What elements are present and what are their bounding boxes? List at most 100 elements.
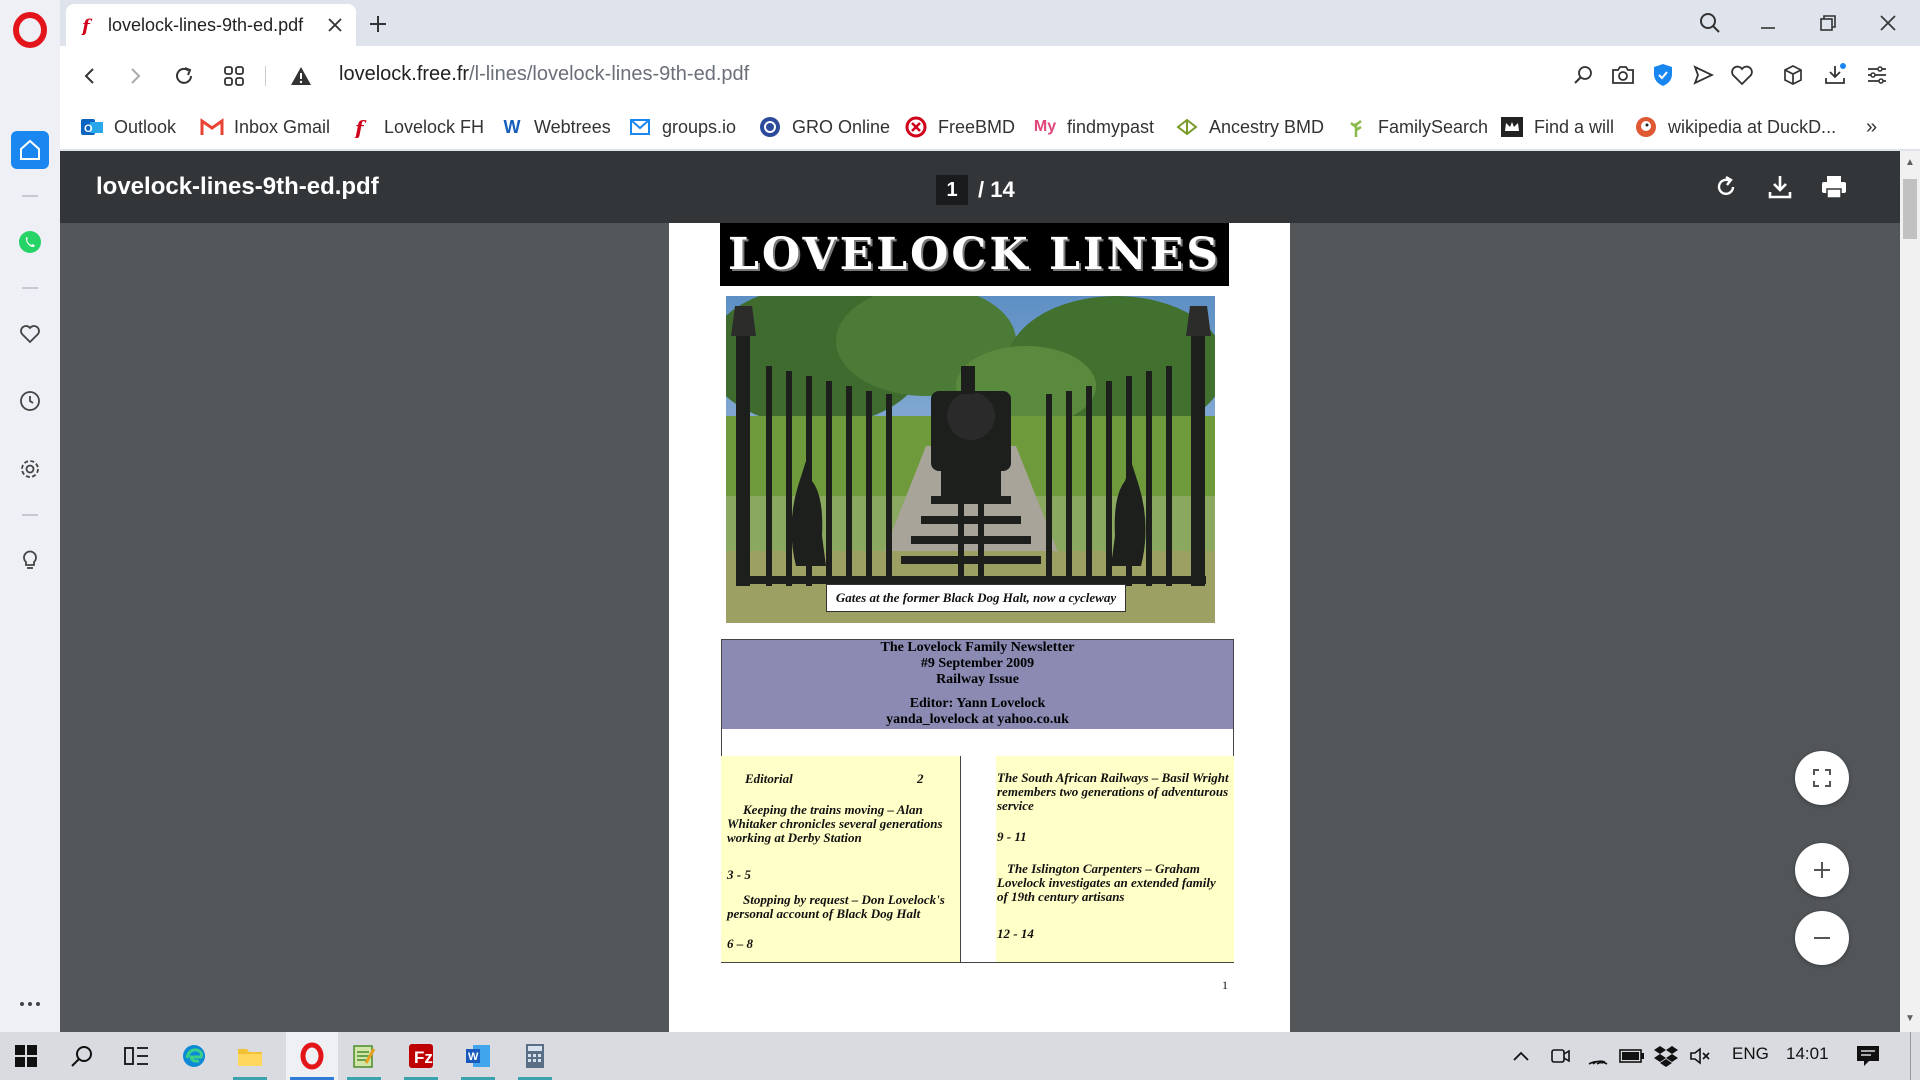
masthead-title: LOVELOCK LINES — [727, 229, 1222, 280]
svg-text:f: f — [353, 116, 367, 138]
file-explorer-icon[interactable] — [230, 1038, 270, 1080]
pdf-page: LOVELOCK LINES Gates at the former Black… — [669, 223, 1290, 1032]
bookmark-find-a-will[interactable]: Find a will — [1500, 113, 1614, 141]
volume-muted-icon[interactable] — [1682, 1038, 1718, 1074]
dropbox-icon[interactable] — [1648, 1038, 1684, 1074]
back-icon[interactable] — [72, 58, 108, 94]
contents-title: The South African Railways – Basil Wrigh… — [997, 770, 1229, 813]
wifi-icon[interactable] — [1580, 1038, 1616, 1074]
more-options-icon[interactable] — [11, 985, 49, 1023]
tab-grid-icon[interactable] — [216, 58, 252, 94]
downloads-icon[interactable] — [1820, 60, 1850, 90]
download-icon[interactable] — [1762, 169, 1798, 205]
show-hidden-icons-chevron-icon[interactable] — [1503, 1038, 1539, 1074]
home-icon[interactable] — [11, 131, 49, 169]
calculator-icon[interactable] — [515, 1038, 555, 1080]
input-language[interactable]: ENG — [1732, 1044, 1769, 1064]
svg-text:f: f — [80, 16, 93, 35]
zoom-in-icon[interactable] — [1795, 843, 1849, 897]
windows-start-icon[interactable] — [6, 1038, 46, 1074]
reload-icon[interactable] — [166, 58, 202, 94]
bookmark-label: GRO Online — [792, 116, 891, 137]
photo-caption: Gates at the former Black Dog Halt, now … — [826, 584, 1126, 612]
bookmark-findmypast[interactable]: My findmypast — [1033, 113, 1154, 141]
edge-browser-icon[interactable] — [174, 1038, 214, 1074]
page-total: / 14 — [978, 177, 1015, 202]
webtrees-icon: W — [503, 116, 521, 137]
familysearch-icon — [1344, 115, 1368, 139]
search-tabs-icon[interactable] — [1680, 0, 1740, 46]
svg-text:O: O — [84, 123, 93, 135]
bookmark-label: Ancestry BMD — [1209, 116, 1325, 137]
page-number-input[interactable]: 1 — [936, 175, 968, 205]
ancestry-icon — [1175, 115, 1199, 139]
show-desktop-divider[interactable] — [1910, 1032, 1911, 1080]
bookmark-outlook[interactable]: O Outlook — [80, 113, 176, 141]
tab-strip: f lovelock-lines-9th-ed.pdf — [60, 0, 1920, 46]
filezilla-icon[interactable]: Fz — [401, 1038, 441, 1080]
opera-logo-icon[interactable] — [12, 12, 48, 48]
bookmark-heart-icon[interactable] — [1727, 60, 1757, 90]
system-clock[interactable]: 14:01 — [1786, 1044, 1829, 1064]
contents-left-column: Editorial 2 Keeping the trains moving – … — [721, 756, 961, 963]
bookmark-gro-online[interactable]: GRO Online — [758, 113, 890, 141]
more-bookmarks-chevron-icon[interactable]: » — [1866, 113, 1877, 141]
gates-photo: Gates at the former Black Dog Halt, now … — [726, 296, 1215, 623]
scrollbar-thumb[interactable] — [1903, 179, 1917, 239]
settings-gear-icon[interactable] — [11, 450, 49, 488]
bookmark-groups-io[interactable]: groups.io — [628, 113, 736, 141]
bookmark-lovelock-fh[interactable]: f Lovelock FH — [350, 113, 484, 141]
search-page-icon[interactable] — [1568, 60, 1598, 90]
bookmark-freebmd[interactable]: FreeBMD — [904, 113, 1015, 141]
easy-setup-icon[interactable] — [1862, 60, 1892, 90]
minimize-icon[interactable] — [1738, 0, 1798, 46]
heart-icon[interactable] — [11, 315, 49, 353]
battery-icon[interactable] — [1614, 1038, 1650, 1074]
newsletter-name: The Lovelock Family Newsletter — [880, 640, 1075, 655]
ad-blocker-shield-icon[interactable] — [1648, 60, 1678, 90]
tab-active[interactable]: f lovelock-lines-9th-ed.pdf — [66, 4, 356, 46]
restore-icon[interactable] — [1798, 0, 1858, 46]
url-field[interactable]: lovelock.free.fr/l-lines/lovelock-lines-… — [339, 63, 749, 86]
bookmark-wikipedia-duckduckgo[interactable]: wikipedia at DuckD... — [1634, 113, 1836, 141]
tab-title: lovelock-lines-9th-ed.pdf — [108, 14, 304, 35]
gmail-icon — [200, 115, 224, 139]
tab-close-icon[interactable] — [320, 10, 350, 40]
new-tab-icon[interactable] — [360, 8, 396, 40]
outlook-icon: O — [80, 115, 104, 139]
scroll-down-arrow-icon[interactable]: ▼ — [1904, 1013, 1916, 1025]
print-icon[interactable] — [1816, 169, 1852, 205]
snapshot-camera-icon[interactable] — [1608, 60, 1638, 90]
whatsapp-icon[interactable] — [11, 223, 49, 261]
lightbulb-icon[interactable] — [11, 540, 49, 578]
scroll-up-arrow-icon[interactable]: ▲ — [1904, 157, 1916, 169]
vertical-scrollbar[interactable]: ▲ ▼ — [1900, 151, 1920, 1032]
contents-pages: 3 - 5 — [727, 867, 751, 882]
warning-icon[interactable] — [283, 58, 319, 94]
issue-theme: Railway Issue — [936, 672, 1019, 687]
bookmark-ancestry-bmd[interactable]: Ancestry BMD — [1175, 113, 1324, 141]
newsletter-masthead: LOVELOCK LINES — [720, 223, 1229, 286]
word-icon[interactable]: W — [458, 1038, 498, 1080]
forward-icon[interactable] — [117, 58, 153, 94]
bookmark-webtrees[interactable]: W Webtrees — [500, 113, 611, 141]
send-icon[interactable] — [1688, 60, 1718, 90]
meet-now-icon[interactable] — [1542, 1038, 1578, 1074]
opera-taskbar-icon[interactable] — [286, 1032, 338, 1080]
notifications-icon[interactable] — [1850, 1038, 1886, 1074]
bookmark-familysearch[interactable]: FamilySearch — [1344, 113, 1488, 141]
zoom-out-icon[interactable] — [1795, 911, 1849, 965]
window-close-icon[interactable] — [1858, 0, 1918, 46]
history-clock-icon[interactable] — [11, 382, 49, 420]
editor-email: yanda_lovelock at yahoo.co.uk — [886, 712, 1069, 727]
editor-name: Editor: Yann Lovelock — [909, 696, 1046, 711]
contents-title: Editorial — [745, 771, 793, 786]
notepad-icon[interactable] — [344, 1038, 384, 1080]
taskbar-search-icon[interactable] — [62, 1038, 102, 1074]
extensions-cube-icon[interactable] — [1778, 60, 1808, 90]
bookmark-inbox-gmail[interactable]: Inbox Gmail — [200, 113, 330, 141]
rotate-icon[interactable] — [1708, 169, 1744, 205]
fit-to-page-icon[interactable] — [1795, 751, 1849, 805]
task-view-icon[interactable] — [117, 1038, 157, 1074]
bookmark-label: FamilySearch — [1378, 116, 1489, 137]
